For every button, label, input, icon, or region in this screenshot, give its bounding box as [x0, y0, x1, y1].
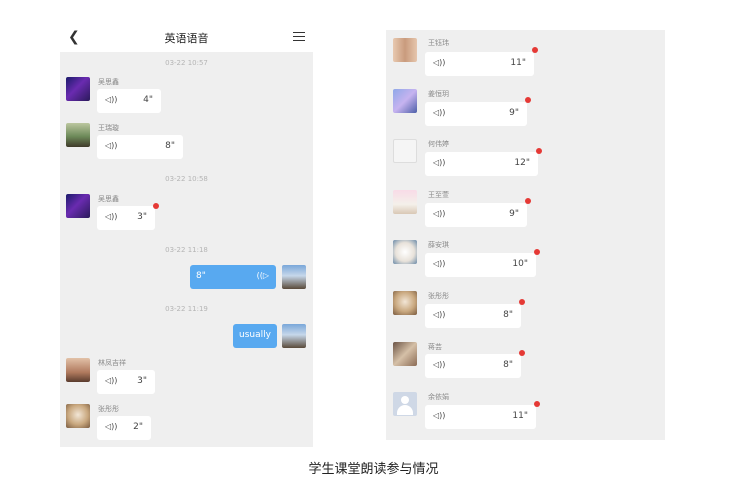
- speaker-icon: ◁)): [105, 141, 118, 150]
- speaker-icon: ◁)): [105, 95, 118, 104]
- chat-panel-left: ❮ 英语语音 03-22 10:57 吴思鑫 ◁)) 4" 王瑞璇 ◁)) 8"…: [60, 22, 313, 447]
- sender-name: 林凤吉祥: [98, 359, 126, 367]
- timestamp: 03-22 10:57: [165, 59, 208, 67]
- avatar[interactable]: [66, 358, 90, 382]
- voice-message[interactable]: ◁)) 12": [425, 152, 538, 176]
- speaker-icon: ((▷: [256, 271, 269, 280]
- timestamp: 03-22 10:58: [165, 175, 208, 183]
- self-avatar[interactable]: [282, 324, 306, 348]
- timestamp: 03-22 11:19: [165, 305, 208, 313]
- page-title: 英语语音: [164, 32, 209, 45]
- voice-duration: 11": [512, 411, 528, 421]
- voice-message[interactable]: ◁)) 11": [425, 405, 536, 429]
- voice-message[interactable]: ◁)) 3": [97, 370, 155, 394]
- avatar[interactable]: [393, 342, 417, 366]
- sender-name: 蒋芸: [428, 343, 442, 351]
- unread-dot: [525, 198, 531, 204]
- chat-panel-right: 王钰玮 ◁)) 11" 姜恒玥 ◁)) 9" 何伟婷 ◁)) 12" 王至萱 ◁…: [386, 30, 665, 440]
- voice-duration: 4": [143, 95, 153, 105]
- voice-duration: 2": [133, 422, 143, 432]
- voice-message[interactable]: ◁)) 9": [425, 203, 527, 227]
- avatar[interactable]: [66, 194, 90, 218]
- avatar[interactable]: [393, 190, 417, 214]
- speaker-icon: ◁)): [433, 108, 446, 117]
- avatar[interactable]: [393, 240, 417, 264]
- default-avatar-icon[interactable]: [393, 392, 417, 416]
- avatar[interactable]: [66, 404, 90, 428]
- sender-name: 姜恒玥: [428, 90, 449, 98]
- unread-dot: [534, 249, 540, 255]
- unread-dot: [519, 350, 525, 356]
- figure-caption: 学生课堂朗读参与情况: [308, 462, 439, 477]
- voice-message[interactable]: ◁)) 3": [97, 206, 155, 230]
- voice-duration: 9": [509, 209, 519, 219]
- voice-duration: 8": [196, 271, 206, 281]
- voice-duration: 3": [137, 212, 147, 222]
- speaker-icon: ◁)): [433, 360, 446, 369]
- unread-dot: [534, 401, 540, 407]
- sender-name: 王至萱: [428, 191, 449, 199]
- speaker-icon: ◁)): [433, 310, 446, 319]
- voice-duration: 8": [503, 310, 513, 320]
- unread-dot: [525, 97, 531, 103]
- speaker-icon: ◁)): [105, 422, 118, 431]
- sender-name: 余依娟: [428, 393, 449, 401]
- sender-name: 王钰玮: [428, 39, 449, 47]
- sender-name: 吴思鑫: [98, 195, 119, 203]
- avatar[interactable]: [66, 123, 90, 147]
- voice-message[interactable]: ◁)) 8": [425, 354, 521, 378]
- hamburger-menu-icon[interactable]: [293, 32, 305, 41]
- unread-dot: [536, 148, 542, 154]
- voice-message[interactable]: ◁)) 4": [97, 89, 161, 113]
- voice-duration: 10": [512, 259, 528, 269]
- avatar[interactable]: [393, 291, 417, 315]
- avatar[interactable]: [393, 139, 417, 163]
- timestamp: 03-22 11:18: [165, 246, 208, 254]
- sender-name: 张彤彤: [428, 292, 449, 300]
- avatar[interactable]: [393, 89, 417, 113]
- voice-message[interactable]: ◁)) 10": [425, 253, 536, 277]
- sender-name: 张彤彤: [98, 405, 119, 413]
- speaker-icon: ◁)): [433, 411, 446, 420]
- speaker-icon: ◁)): [433, 209, 446, 218]
- chat-header: ❮ 英语语音: [60, 22, 313, 52]
- self-text-message[interactable]: usually: [233, 324, 277, 348]
- voice-message[interactable]: ◁)) 8": [97, 135, 183, 159]
- sender-name: 王瑞璇: [98, 124, 119, 132]
- voice-duration: 3": [137, 376, 147, 386]
- unread-dot: [519, 299, 525, 305]
- avatar[interactable]: [66, 77, 90, 101]
- voice-duration: 8": [503, 360, 513, 370]
- sender-name: 何伟婷: [428, 140, 449, 148]
- speaker-icon: ◁)): [105, 376, 118, 385]
- voice-message[interactable]: ◁)) 11": [425, 52, 534, 76]
- unread-dot: [153, 203, 159, 209]
- voice-message[interactable]: ◁)) 8": [425, 304, 521, 328]
- voice-message[interactable]: ◁)) 9": [425, 102, 527, 126]
- voice-duration: 8": [165, 141, 175, 151]
- avatar[interactable]: [393, 38, 417, 62]
- unread-dot: [532, 47, 538, 53]
- voice-duration: 9": [509, 108, 519, 118]
- self-avatar[interactable]: [282, 265, 306, 289]
- speaker-icon: ◁)): [105, 212, 118, 221]
- sender-name: 薛安琪: [428, 241, 449, 249]
- speaker-icon: ◁)): [433, 158, 446, 167]
- voice-duration: 12": [514, 158, 530, 168]
- message-text: usually: [239, 330, 271, 340]
- sender-name: 吴思鑫: [98, 78, 119, 86]
- voice-message[interactable]: ◁)) 2": [97, 416, 151, 440]
- voice-duration: 11": [510, 58, 526, 68]
- speaker-icon: ◁)): [433, 58, 446, 67]
- speaker-icon: ◁)): [433, 259, 446, 268]
- self-voice-message[interactable]: 8" ((▷: [190, 265, 276, 289]
